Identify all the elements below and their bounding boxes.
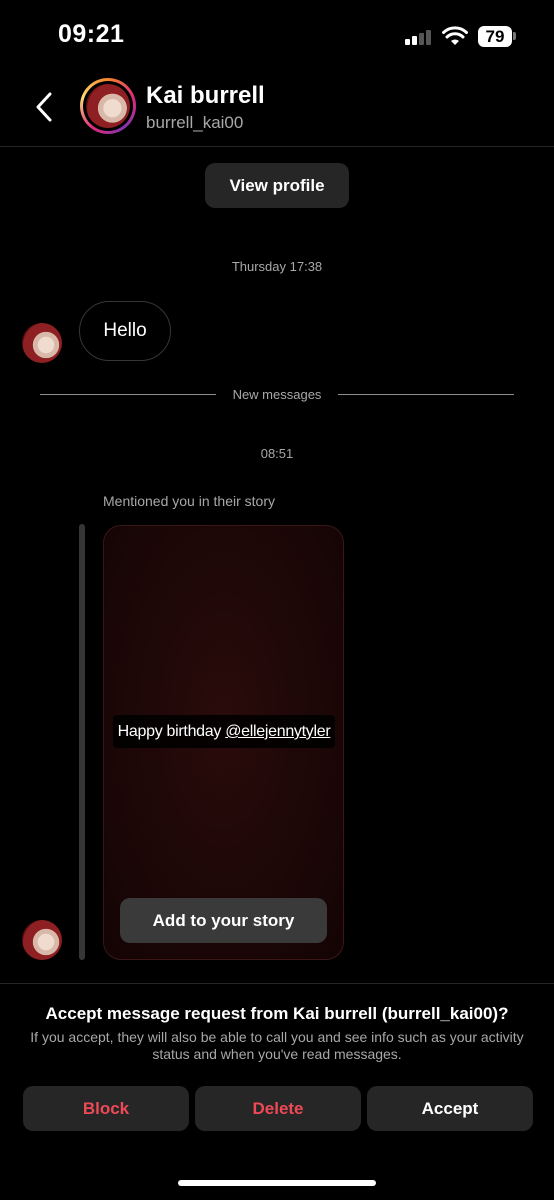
view-profile-button[interactable]: View profile bbox=[205, 163, 349, 208]
profile-avatar[interactable] bbox=[80, 78, 136, 134]
story-text: Happy birthday bbox=[117, 723, 222, 740]
battery-indicator: 79 bbox=[478, 26, 512, 47]
accept-button[interactable]: Accept bbox=[367, 1086, 533, 1131]
request-description: If you accept, they will also be able to… bbox=[30, 1029, 524, 1062]
new-messages-divider-right bbox=[338, 394, 514, 395]
sender-avatar[interactable] bbox=[22, 323, 62, 363]
status-time: 09:21 bbox=[58, 20, 125, 48]
story-preview-card[interactable]: Happy birthday @ellejennytyler Add to yo… bbox=[103, 525, 344, 960]
message-bubble[interactable]: Hello bbox=[79, 301, 171, 361]
contact-username: burrell_kai00 bbox=[146, 113, 244, 132]
add-to-story-button[interactable]: Add to your story bbox=[120, 898, 327, 943]
cellular-signal-icon bbox=[405, 30, 433, 45]
contact-name[interactable]: Kai burrell bbox=[146, 82, 265, 110]
request-title: Accept message request from Kai burrell … bbox=[45, 1004, 509, 1023]
story-text-sticker: Happy birthday @ellejennytyler bbox=[113, 715, 335, 748]
header-divider bbox=[0, 146, 554, 147]
story-mention-link[interactable]: @ellejennytyler bbox=[225, 723, 330, 740]
home-indicator[interactable] bbox=[178, 1180, 376, 1186]
back-arrow-icon[interactable] bbox=[32, 90, 56, 124]
new-messages-divider-left bbox=[40, 394, 216, 395]
request-divider bbox=[0, 983, 554, 984]
block-button[interactable]: Block bbox=[23, 1086, 189, 1131]
message-timestamp: Thursday 17:38 bbox=[231, 259, 323, 274]
story-reply-bar bbox=[79, 524, 85, 960]
delete-button[interactable]: Delete bbox=[195, 1086, 361, 1131]
message-timestamp: 08:51 bbox=[260, 446, 294, 461]
story-mention-label: Mentioned you in their story bbox=[103, 493, 275, 509]
new-messages-label: New messages bbox=[232, 387, 322, 402]
sender-avatar[interactable] bbox=[22, 920, 62, 960]
battery-nub bbox=[513, 32, 516, 40]
wifi-icon bbox=[442, 26, 468, 45]
